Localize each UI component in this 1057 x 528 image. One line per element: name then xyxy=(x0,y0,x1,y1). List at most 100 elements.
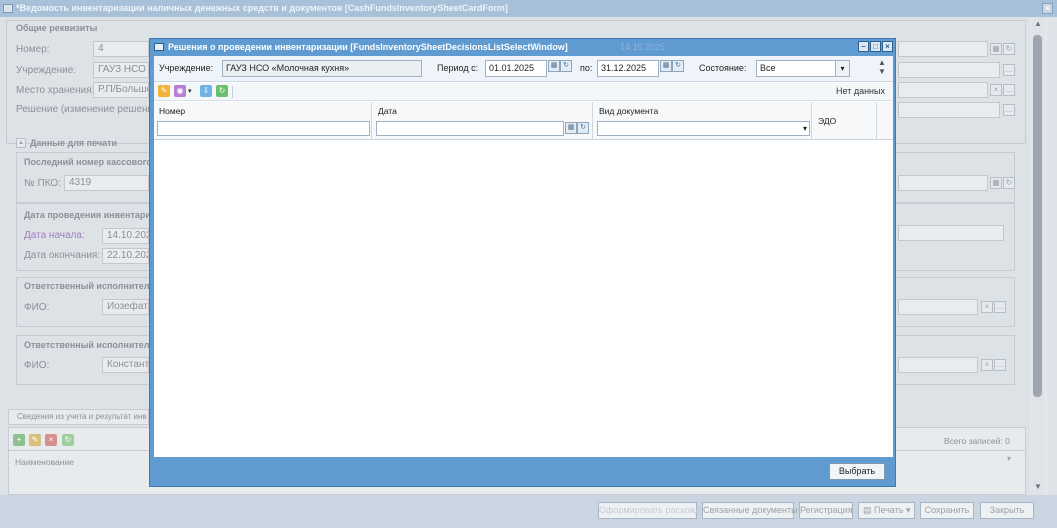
scroll-down-icon[interactable]: ▼ xyxy=(1034,482,1042,491)
ellipsis-icon[interactable]: … xyxy=(994,301,1006,313)
refresh-icon[interactable]: ↻ xyxy=(560,60,572,72)
ellipsis-icon[interactable]: … xyxy=(1003,64,1015,76)
right-field-5[interactable] xyxy=(898,175,988,191)
scroll-up-icon[interactable]: ▲ xyxy=(1034,19,1042,28)
refresh-icon[interactable]: ↻ xyxy=(216,85,228,97)
column-date-title: Дата xyxy=(378,106,397,116)
institution-field[interactable]: ГАУЗ НСО « xyxy=(93,62,149,78)
pko-label: № ПКО: xyxy=(24,178,61,189)
responsible1-label: Ответственный исполнитель xyxy=(24,281,156,291)
inventory-date-label: Дата проведения инвентари xyxy=(24,210,151,220)
right-field-6[interactable] xyxy=(898,225,1004,241)
right-field-2[interactable] xyxy=(898,62,1000,78)
delete-icon[interactable]: × xyxy=(45,434,57,446)
document-menu-icon[interactable]: ◉ xyxy=(174,85,186,97)
grid-header: Номер Дата ▦ ↻ Вид документа ▾ ЭДО xyxy=(154,102,893,140)
right-field-1[interactable] xyxy=(898,41,988,57)
column-doc-type[interactable]: Вид документа ▾ xyxy=(594,102,812,140)
close-icon[interactable]: × xyxy=(882,41,893,52)
minimize-icon[interactable]: – xyxy=(858,41,869,52)
clear-icon[interactable]: × xyxy=(990,84,1002,96)
column-edo[interactable]: ЭДО xyxy=(813,102,877,140)
calendar-icon[interactable]: ▦ xyxy=(565,122,577,134)
accounting-tab-label: Сведения из учета и результат инв xyxy=(17,412,147,421)
add-icon[interactable]: + xyxy=(13,434,25,446)
refresh-icon[interactable]: ↻ xyxy=(577,122,589,134)
institution-filter-field[interactable]: ГАУЗ НСО «Молочная кухня» xyxy=(222,60,422,77)
period-to-input[interactable]: 31.12.2025 xyxy=(597,60,659,77)
main-bottom-bar: Оформировать расхожд Связанные документы… xyxy=(0,495,1057,528)
column-number-title: Номер xyxy=(159,106,186,116)
number-filter-input[interactable] xyxy=(157,121,370,136)
main-window-titlebar: *Ведомость инвентаризации наличных денеж… xyxy=(0,0,1057,17)
column-edo-title: ЭДО xyxy=(818,116,837,126)
registration-button[interactable]: Регистрация xyxy=(799,502,853,519)
edit-icon[interactable]: ✎ xyxy=(29,434,41,446)
print-button[interactable]: ▤ Печать ▾ xyxy=(858,502,915,519)
main-scrollbar[interactable]: ▲ ▼ xyxy=(1031,17,1045,495)
ellipsis-icon[interactable]: … xyxy=(994,359,1006,371)
clear-icon[interactable]: × xyxy=(981,301,993,313)
refresh-icon[interactable]: ↻ xyxy=(1003,43,1015,55)
printer-icon: ▤ xyxy=(863,505,872,515)
edit-icon[interactable]: ✎ xyxy=(158,85,170,97)
modal-title: Решения о проведении инвентаризации [Fun… xyxy=(168,42,568,52)
print-button-label: Печать xyxy=(874,505,904,515)
scroll-thumb[interactable] xyxy=(1033,35,1042,397)
fio1-field[interactable]: Иозефатов xyxy=(102,299,149,315)
refresh-icon[interactable]: ↻ xyxy=(1003,177,1015,189)
start-date-field[interactable]: 14.10.2025 xyxy=(102,228,149,244)
period-from-input[interactable]: 01.01.2025 xyxy=(485,60,547,77)
ellipsis-icon[interactable]: … xyxy=(1003,84,1015,96)
right-field-4[interactable] xyxy=(898,102,1000,118)
chevron-down-icon[interactable]: ▾ xyxy=(835,61,849,76)
select-button[interactable]: Выбрать xyxy=(829,463,885,480)
maximize-icon[interactable]: □ xyxy=(870,41,881,52)
period-from-label: Период с: xyxy=(437,63,479,73)
calendar-icon[interactable]: ▦ xyxy=(990,177,1002,189)
state-select[interactable]: Все ▾ xyxy=(756,60,850,77)
column-date[interactable]: Дата ▦ ↻ xyxy=(373,102,593,140)
section-general-title: Общие реквизиты xyxy=(16,23,98,33)
process-discrepancies-button[interactable]: Оформировать расхожд xyxy=(598,502,701,519)
modal-footer: Выбрать xyxy=(150,458,895,487)
state-select-value: Все xyxy=(760,63,776,73)
dropdown-arrow-icon[interactable]: ▾ xyxy=(188,87,192,95)
accounting-tab[interactable]: Сведения из учета и результат инв xyxy=(8,409,149,425)
storage-field[interactable]: Р.П/Больше xyxy=(93,82,149,98)
export-icon[interactable]: ⇩ xyxy=(200,85,212,97)
fio2-field[interactable]: Константи xyxy=(102,357,149,373)
number-field[interactable]: 4 xyxy=(93,41,149,57)
right-field-3[interactable] xyxy=(898,82,988,98)
last-cash-number-label: Последний номер кассового xyxy=(24,157,152,167)
print-section-title: Данные для печати xyxy=(30,138,118,148)
pko-field[interactable]: 4319 xyxy=(64,175,149,191)
related-docs-button[interactable]: Связанные документы xyxy=(702,502,798,519)
chevron-down-icon[interactable]: ▾ xyxy=(803,122,807,135)
right-field-7[interactable] xyxy=(898,299,978,315)
filter-bar: Учреждение: ГАУЗ НСО «Молочная кухня» Пе… xyxy=(154,56,893,82)
end-date-field[interactable]: 22.10.2025 xyxy=(102,248,149,264)
collapse-toggle-icon[interactable]: ▲ ▼ xyxy=(878,58,886,76)
column-number[interactable]: Номер xyxy=(154,102,372,140)
date-filter-input[interactable] xyxy=(376,121,564,136)
refresh-icon[interactable]: ↻ xyxy=(672,60,684,72)
total-records: Всего записей: 0 xyxy=(944,436,1010,446)
ellipsis-icon[interactable]: … xyxy=(1003,104,1015,116)
calendar-icon[interactable]: ▦ xyxy=(548,60,560,72)
start-date-label: Дата начала: xyxy=(24,230,85,241)
clear-icon[interactable]: × xyxy=(981,359,993,371)
close-icon[interactable]: × xyxy=(1042,3,1053,14)
refresh-icon[interactable]: ↻ xyxy=(62,434,74,446)
calendar-icon[interactable]: ▦ xyxy=(660,60,672,72)
close-button[interactable]: Закрыть xyxy=(980,502,1034,519)
collapse-icon[interactable]: ▲ xyxy=(16,138,26,148)
calendar-icon[interactable]: ▦ xyxy=(990,43,1002,55)
modal-toolbar: ✎ ◉ ▾ ⇩ ↻ Нет данных xyxy=(154,83,893,101)
doc-type-filter-select[interactable]: ▾ xyxy=(597,121,810,136)
chevron-down-icon[interactable]: ▾ xyxy=(1003,454,1015,466)
decisions-modal: Решения о проведении инвентаризации [Fun… xyxy=(149,38,896,487)
right-field-8[interactable] xyxy=(898,357,978,373)
save-button[interactable]: Сохранить xyxy=(920,502,974,519)
institution-label: Учреждение: xyxy=(16,65,77,76)
